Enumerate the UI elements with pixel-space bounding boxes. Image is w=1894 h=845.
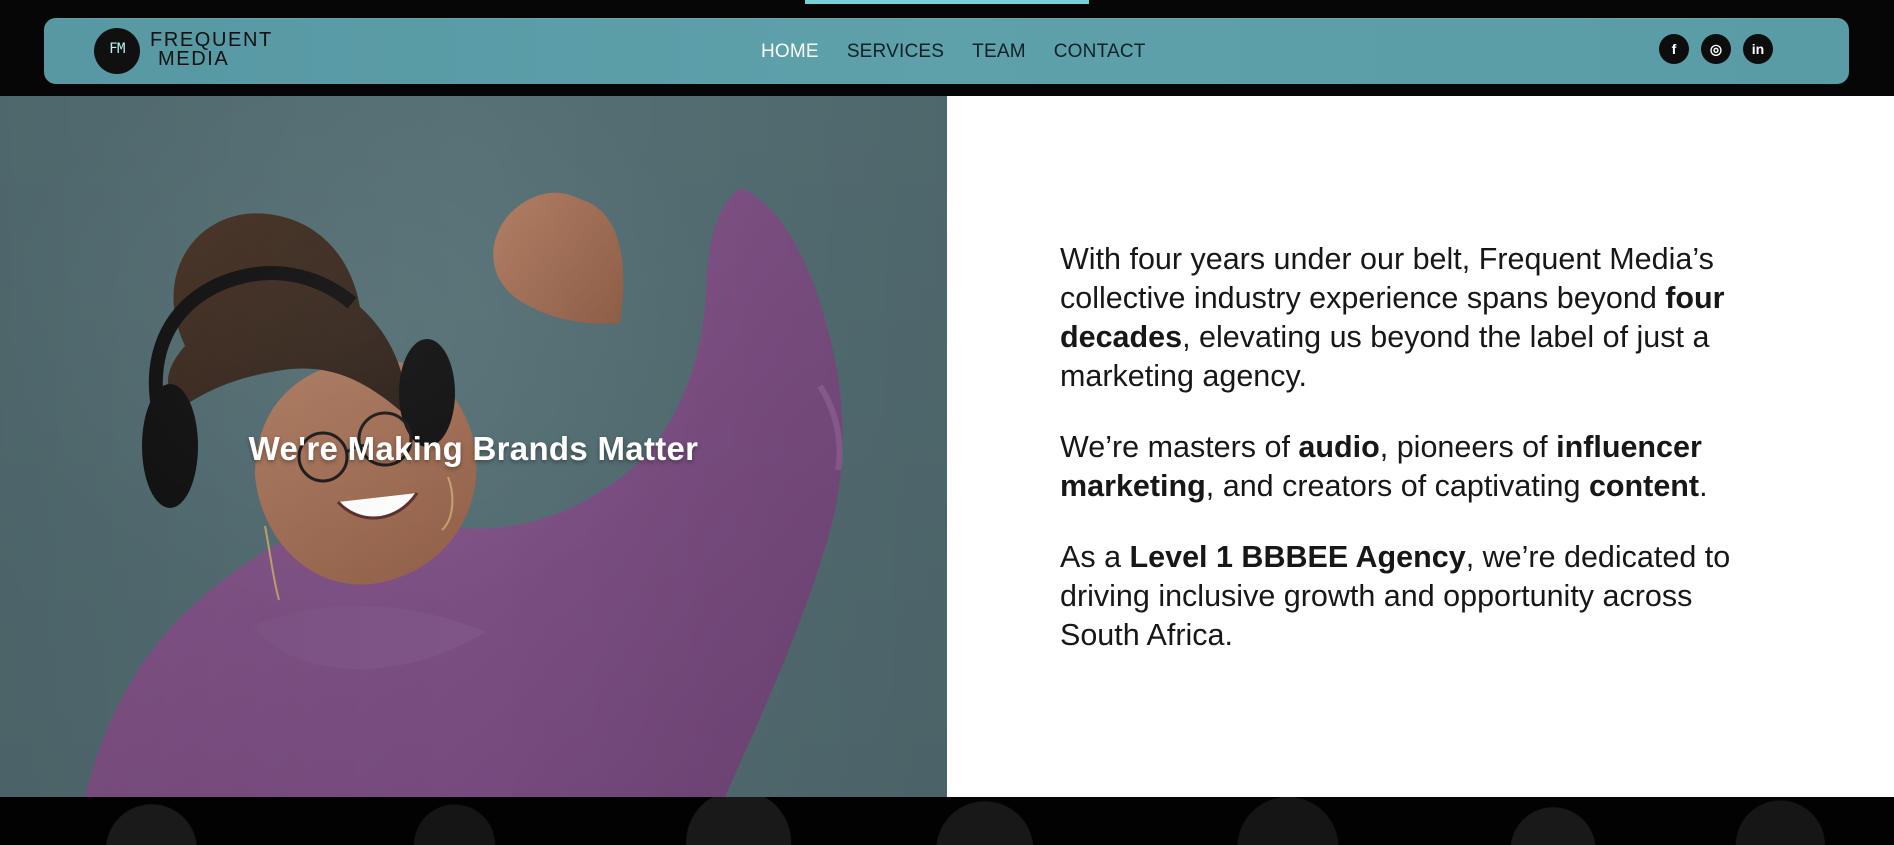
paragraph-3-text-1: As a	[1060, 540, 1130, 574]
paragraph-2-bold-3: content	[1588, 469, 1700, 503]
paragraph-3-bold-1: Level 1 BBBEE Agency	[1129, 540, 1466, 574]
nav-team[interactable]: TEAM	[972, 42, 1026, 61]
logo-line-2: MEDIA	[158, 48, 230, 70]
social-links: f ◎ in	[1659, 34, 1773, 64]
linkedin-icon[interactable]: in	[1743, 34, 1773, 64]
hero-title: We're Making Brands Matter	[248, 430, 699, 467]
paragraph-2-text-1: We’re masters of	[1060, 430, 1299, 464]
about-copy: With four years under our belt, Frequent…	[1060, 240, 1760, 687]
logo-mark-text: FM	[109, 41, 125, 57]
paragraph-1-text-1: With four years under our belt, Frequent…	[1060, 242, 1714, 315]
about-panel: With four years under our belt, Frequent…	[947, 96, 1894, 797]
hero-image-panel: We're Making Brands Matter	[0, 96, 947, 797]
instagram-icon[interactable]: ◎	[1701, 34, 1731, 64]
main-navigation-bar: FM FREQUENT MEDIA HOME SERVICES TEAM CON…	[44, 18, 1849, 84]
facebook-icon[interactable]: f	[1659, 34, 1689, 64]
about-paragraph-2: We’re masters of audio, pioneers of infl…	[1060, 428, 1760, 506]
paragraph-2-text-3: , and creators of captivating	[1205, 469, 1589, 503]
nav-home[interactable]: HOME	[761, 42, 819, 61]
nav-services[interactable]: SERVICES	[847, 42, 944, 61]
about-paragraph-3: As a Level 1 BBBEE Agency, we’re dedicat…	[1060, 538, 1760, 655]
logo-wordmark: FREQUENT MEDIA	[150, 30, 273, 70]
about-paragraph-1: With four years under our belt, Frequent…	[1060, 240, 1760, 396]
top-active-indicator	[805, 0, 1089, 4]
logo[interactable]: FM FREQUENT MEDIA	[94, 26, 284, 76]
paragraph-2-text-4: .	[1699, 469, 1708, 503]
paragraph-2-text-2: , pioneers of	[1379, 430, 1557, 464]
logo-mark: FM	[94, 28, 140, 74]
footer-dark-strip	[0, 797, 1894, 845]
paragraph-2-bold-1: audio	[1298, 430, 1380, 464]
primary-nav: HOME SERVICES TEAM CONTACT	[761, 42, 1174, 61]
nav-contact[interactable]: CONTACT	[1054, 42, 1146, 61]
